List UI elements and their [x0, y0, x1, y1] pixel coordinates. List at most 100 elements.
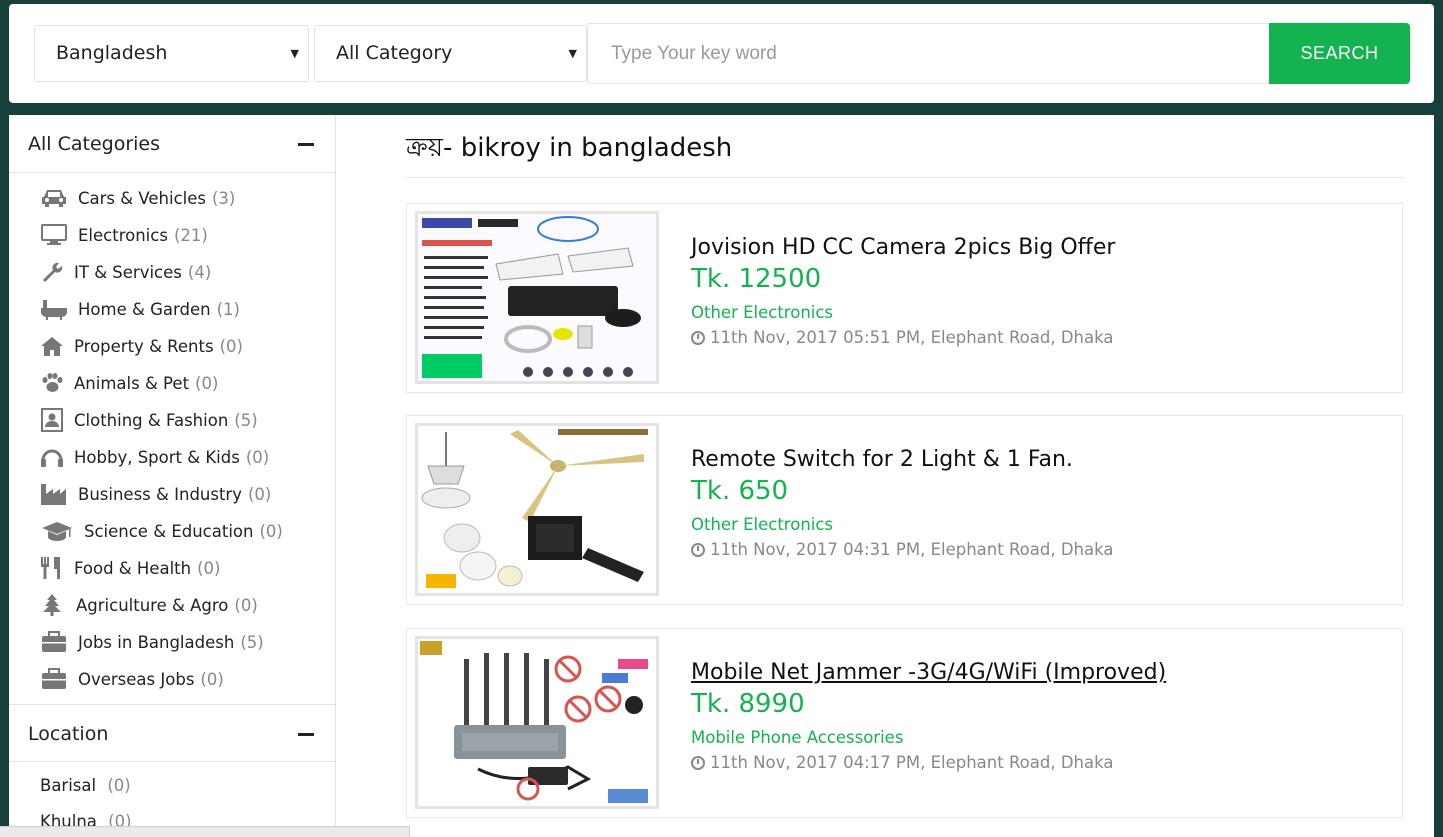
- ad-meta: 11th Nov, 2017 04:31 PM, Elephant Road, …: [691, 540, 1114, 559]
- sidebar-item-label: Science & Education: [84, 521, 254, 541]
- id-badge-icon: [40, 408, 64, 432]
- ad-category[interactable]: Mobile Phone Accessories: [691, 728, 903, 747]
- sidebar-item-count: (1): [216, 299, 240, 319]
- sidebar-item-count: (5): [240, 632, 264, 652]
- ad-date-location: 11th Nov, 2017 05:51 PM, Elephant Road, …: [710, 328, 1114, 347]
- ad-meta: 11th Nov, 2017 05:51 PM, Elephant Road, …: [691, 328, 1114, 347]
- clock-icon: [691, 542, 705, 557]
- sidebar-item-label: Animals & Pet: [74, 373, 190, 393]
- collapse-minus-icon[interactable]: [298, 733, 314, 736]
- ad-title[interactable]: Mobile Net Jammer -3G/4G/WiFi (Improved): [691, 660, 1166, 685]
- browser-status-bar: [0, 826, 410, 837]
- sidebar-item-food-health[interactable]: Food & Health (0): [40, 553, 220, 583]
- sidebar-item-label: Electronics: [78, 225, 168, 245]
- ad-category[interactable]: Other Electronics: [691, 515, 833, 534]
- sidebar-item-count: (3): [211, 188, 236, 208]
- location-heading: Location: [28, 723, 109, 745]
- sidebar-item-count: (0): [200, 669, 224, 689]
- sidebar-item-count: (0): [234, 595, 258, 615]
- briefcase-icon: [40, 630, 68, 654]
- sidebar-item-label: Home & Garden: [78, 299, 211, 319]
- caret-down-icon: ▼: [568, 47, 577, 60]
- sidebar-item-agriculture-agro[interactable]: Agriculture & Agro (0): [40, 590, 258, 620]
- ad-price: Tk. 8990: [691, 689, 805, 719]
- headphones-icon: [40, 445, 64, 469]
- ad-thumbnail-net-jammer[interactable]: [415, 636, 659, 809]
- collapse-minus-icon[interactable]: [298, 143, 314, 146]
- clock-icon: [691, 330, 705, 345]
- monitor-icon: [40, 223, 68, 247]
- sidebar-item-it-services[interactable]: IT & Services (4): [40, 257, 211, 287]
- sidebar-item-count: (5): [234, 410, 258, 430]
- search-button[interactable]: SEARCH: [1269, 23, 1410, 84]
- ad-category[interactable]: Other Electronics: [691, 303, 833, 322]
- location-header[interactable]: Location: [9, 704, 335, 762]
- location-item-count: (0): [107, 776, 131, 795]
- sidebar-item-jobs-in-bangladesh[interactable]: Jobs in Bangladesh (5): [40, 627, 264, 657]
- industry-icon: [40, 482, 68, 506]
- sidebar-item-home-garden[interactable]: Home & Garden (1): [40, 294, 240, 324]
- sidebar-item-count: (4): [187, 262, 212, 282]
- sidebar-item-count: (0): [259, 521, 283, 541]
- location-item-label: Barisal: [40, 776, 97, 795]
- sidebar-item-cars-vehicles[interactable]: Cars & Vehicles (3): [40, 183, 235, 213]
- sidebar-item-label: Hobby, Sport & Kids: [74, 447, 240, 467]
- sidebar-item-label: Property & Rents: [74, 336, 214, 356]
- category-select-value: All Category: [336, 42, 453, 64]
- sidebar: All Categories Cars & Vehicles (3) Elect…: [9, 115, 336, 837]
- ad-price: Tk. 650: [691, 476, 789, 506]
- sidebar-item-label: IT & Services: [74, 262, 182, 282]
- ad-card[interactable]: Remote Switch for 2 Light & 1 Fan. Tk. 6…: [406, 415, 1403, 605]
- sidebar-item-count: (0): [219, 336, 243, 356]
- category-select[interactable]: All Category ▼: [314, 25, 587, 82]
- page-title: ক্রয়- bikroy in bangladesh: [406, 133, 733, 163]
- sidebar-item-business-industry[interactable]: Business & Industry (0): [40, 479, 271, 509]
- sidebar-item-animals-pet[interactable]: Animals & Pet (0): [40, 368, 218, 398]
- all-categories-header[interactable]: All Categories: [9, 115, 335, 173]
- sidebar-item-clothing-fashion[interactable]: Clothing & Fashion (5): [40, 405, 258, 435]
- sidebar-item-label: Overseas Jobs: [78, 669, 195, 689]
- car-icon: [40, 186, 68, 210]
- keyword-search-input[interactable]: [587, 23, 1270, 84]
- home-icon: [40, 334, 64, 358]
- briefcase-icon: [40, 667, 68, 691]
- ad-title[interactable]: Remote Switch for 2 Light & 1 Fan.: [691, 447, 1073, 472]
- sidebar-item-label: Cars & Vehicles: [78, 188, 206, 208]
- ad-title[interactable]: Jovision HD CC Camera 2pics Big Offer: [691, 235, 1115, 260]
- ad-thumbnail-cctv-camera[interactable]: [415, 211, 659, 384]
- country-select-value: Bangladesh: [56, 42, 168, 64]
- sidebar-item-science-education[interactable]: Science & Education (0): [40, 516, 283, 546]
- sidebar-item-count: (21): [173, 225, 208, 245]
- content-area: All Categories Cars & Vehicles (3) Elect…: [9, 115, 1434, 837]
- clock-icon: [691, 755, 705, 770]
- ad-card[interactable]: Mobile Net Jammer -3G/4G/WiFi (Improved)…: [406, 628, 1403, 818]
- cutlery-icon: [40, 556, 62, 580]
- country-select[interactable]: Bangladesh ▼: [34, 25, 309, 82]
- tree-icon: [40, 593, 64, 617]
- ad-price: Tk. 12500: [691, 264, 822, 294]
- sidebar-item-property-rents[interactable]: Property & Rents (0): [40, 331, 243, 361]
- divider: [406, 177, 1403, 178]
- caret-down-icon: ▼: [290, 47, 299, 60]
- paw-icon: [40, 371, 64, 395]
- ad-date-location: 11th Nov, 2017 04:31 PM, Elephant Road, …: [710, 540, 1114, 559]
- bathtub-icon: [40, 297, 68, 321]
- listing-area: ক্রয়- bikroy in bangladesh Jovision HD …: [336, 115, 1434, 837]
- sidebar-item-hobby-sport-kids[interactable]: Hobby, Sport & Kids (0): [40, 442, 269, 472]
- ad-meta: 11th Nov, 2017 04:17 PM, Elephant Road, …: [691, 753, 1114, 772]
- location-item-barisal[interactable]: Barisal (0): [40, 776, 131, 795]
- all-categories-heading: All Categories: [28, 133, 161, 155]
- sidebar-item-count: (0): [245, 447, 270, 467]
- wrench-icon: [40, 260, 64, 284]
- sidebar-item-label: Food & Health: [74, 558, 192, 578]
- ad-thumbnail-remote-switch[interactable]: [415, 423, 659, 596]
- ad-card[interactable]: Jovision HD CC Camera 2pics Big Offer Tk…: [406, 203, 1403, 393]
- sidebar-item-electronics[interactable]: Electronics (21): [40, 220, 208, 250]
- sidebar-item-label: Jobs in Bangladesh: [78, 632, 235, 652]
- search-bar: Bangladesh ▼ All Category ▼ SEARCH: [9, 4, 1434, 103]
- sidebar-item-count: (0): [248, 484, 272, 504]
- graduation-cap-icon: [40, 519, 74, 543]
- sidebar-item-overseas-jobs[interactable]: Overseas Jobs (0): [40, 664, 224, 694]
- sidebar-item-count: (0): [197, 558, 221, 578]
- sidebar-item-label: Agriculture & Agro: [76, 595, 229, 615]
